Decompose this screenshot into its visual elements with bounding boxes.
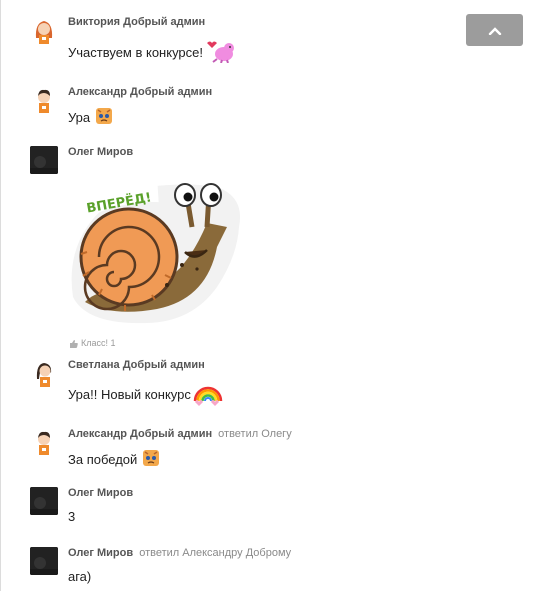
author-name[interactable]: Александр Добрый админ xyxy=(68,428,212,440)
snail-sticker[interactable]: ВПЕРЁД! xyxy=(67,177,243,325)
thumbs-up-icon xyxy=(70,339,78,348)
author-name[interactable]: Александр Добрый админ xyxy=(68,86,212,98)
page-left-border xyxy=(0,0,1,591)
avatar[interactable] xyxy=(30,487,58,515)
comment-text: За победой xyxy=(68,452,138,467)
comment-text: ага) xyxy=(68,569,92,584)
avatar[interactable] xyxy=(30,16,58,44)
avatar[interactable] xyxy=(30,86,58,114)
pink-dragon-emoji-icon xyxy=(205,39,237,67)
comment-text: Участвуем в конкурсе! xyxy=(68,45,203,60)
avatar[interactable] xyxy=(30,547,58,575)
reply-to-link[interactable]: ответил Александру Доброму xyxy=(139,547,291,559)
likes-counter[interactable]: Класс! 1 xyxy=(69,338,116,348)
avatar[interactable] xyxy=(30,428,58,456)
reply-to-link[interactable]: ответил Олегу xyxy=(218,428,292,440)
likes-label: Класс! 1 xyxy=(81,338,116,348)
comment-text: 3 xyxy=(68,509,76,524)
author-name[interactable]: Олег Миров xyxy=(68,146,133,158)
author-name[interactable]: Виктория Добрый админ xyxy=(68,16,205,28)
comment-text: Ура!! Новый конкурс xyxy=(68,387,191,402)
comment-text: Ура xyxy=(68,110,91,125)
author-name[interactable]: Олег Миров xyxy=(68,547,133,559)
rainbow-hearts-emoji-icon xyxy=(191,379,225,411)
author-name[interactable]: Светлана Добрый админ xyxy=(68,359,205,371)
author-name[interactable]: Олег Миров xyxy=(68,487,133,499)
avatar[interactable] xyxy=(30,146,58,174)
cat-face-emoji-icon xyxy=(142,449,160,471)
cat-face-emoji-icon xyxy=(95,107,113,129)
avatar[interactable] xyxy=(30,359,58,387)
